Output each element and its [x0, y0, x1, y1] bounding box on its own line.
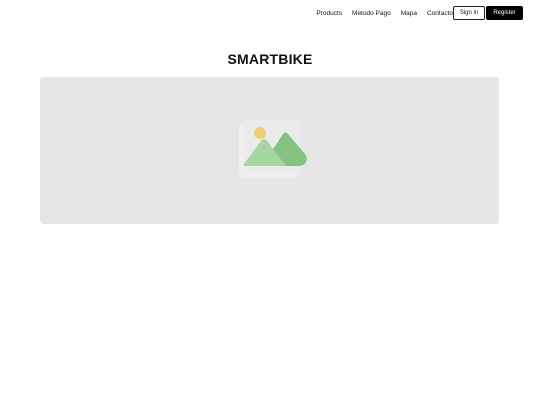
nav-link-mapa[interactable]: Mapa [401, 10, 417, 17]
register-button[interactable]: Register [486, 6, 523, 20]
image-placeholder-icon [239, 119, 307, 178]
nav-link-products[interactable]: Products [316, 10, 342, 17]
sign-in-button[interactable]: Sign in [453, 6, 485, 20]
page: Products Metodo Pago Mapa Contacto Sign … [0, 0, 540, 405]
nav-link-metodo-pago[interactable]: Metodo Pago [352, 10, 391, 17]
nav-link-contacto[interactable]: Contacto [427, 10, 453, 17]
top-navigation: Products Metodo Pago Mapa Contacto Sign … [316, 6, 523, 20]
page-title: SMARTBIKE [227, 51, 313, 67]
sun-shape [254, 127, 266, 139]
hero-image-placeholder [40, 77, 499, 224]
